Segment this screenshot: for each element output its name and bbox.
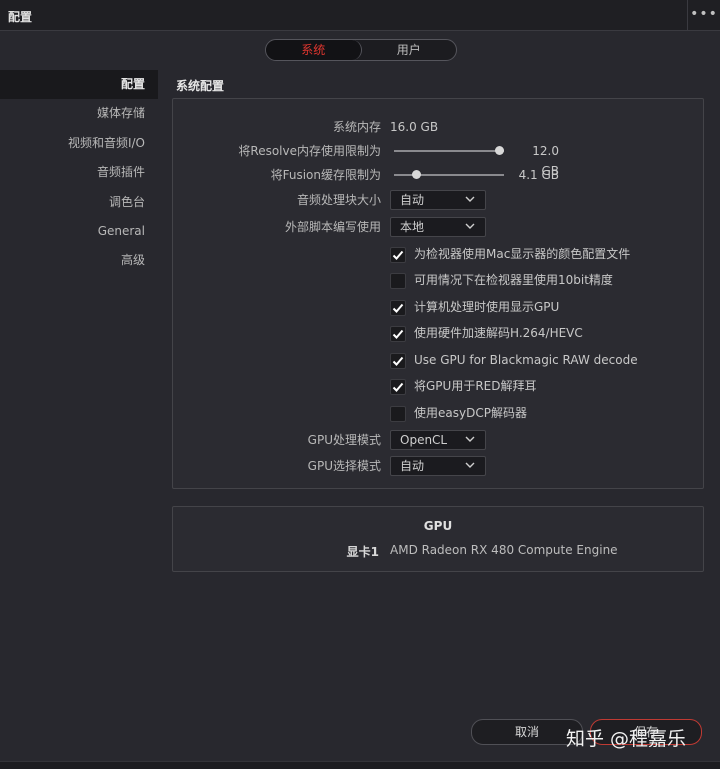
checkmark-icon <box>392 356 404 366</box>
gpu-select-selected: 自动 <box>400 459 425 473</box>
checkbox-label: 计算机处理时使用显示GPU <box>414 300 560 314</box>
chevron-down-icon <box>465 196 475 202</box>
checkbox[interactable] <box>390 247 406 263</box>
fusion-limit-slider[interactable] <box>394 170 504 179</box>
gpu-mode-dropdown[interactable]: OpenCL <box>390 430 486 450</box>
checkbox[interactable] <box>390 326 406 342</box>
sidebar: 配置 媒体存储 视频和音频I/O 音频插件 调色台 General 高级 <box>0 70 158 276</box>
checkmark-icon <box>392 303 404 313</box>
checkbox-label: 将GPU用于RED解拜耳 <box>414 379 537 393</box>
gpu-mode-selected: OpenCL <box>400 433 448 447</box>
sidebar-item-audio-plugins[interactable]: 音频插件 <box>0 158 158 187</box>
memory-value: 16.0 GB <box>390 120 439 134</box>
gpu-title: GPU <box>423 519 453 533</box>
checkmark-icon <box>392 382 404 392</box>
script-use-row: 外部脚本编写使用 本地 <box>173 217 703 237</box>
checkbox[interactable] <box>390 379 406 395</box>
checkbox[interactable] <box>390 300 406 316</box>
gpu-panel: GPU 显卡1 AMD Radeon RX 480 Compute Engine <box>172 506 704 572</box>
sidebar-item-general[interactable]: General <box>0 217 158 246</box>
chevron-down-icon <box>465 462 475 468</box>
gpu-select-row: GPU选择模式 自动 <box>173 456 703 476</box>
watermark: 知乎 @程嘉乐 <box>566 728 687 750</box>
audio-block-dropdown[interactable]: 自动 <box>390 190 486 210</box>
chevron-down-icon <box>465 436 475 442</box>
checkbox[interactable] <box>390 273 406 289</box>
resolve-limit-label: 将Resolve内存使用限制为 <box>238 144 381 158</box>
sidebar-item-video-audio-io[interactable]: 视频和音频I/O <box>0 129 158 158</box>
sidebar-item-control-panels[interactable]: 调色台 <box>0 188 158 217</box>
checkbox[interactable] <box>390 406 406 422</box>
fusion-limit-label: 将Fusion缓存限制为 <box>270 168 381 182</box>
checkbox-label: 可用情况下在检视器里使用10bit精度 <box>414 273 613 287</box>
script-use-dropdown[interactable]: 本地 <box>390 217 486 237</box>
checkbox-label: Use GPU for Blackmagic RAW decode <box>414 353 638 367</box>
audio-block-label: 音频处理块大小 <box>296 193 381 207</box>
checkbox[interactable] <box>390 353 406 369</box>
sidebar-item-media-storage[interactable]: 媒体存储 <box>0 99 158 128</box>
checkbox-label: 为检视器使用Mac显示器的颜色配置文件 <box>414 247 631 261</box>
audio-block-row: 音频处理块大小 自动 <box>173 190 703 210</box>
checkmark-icon <box>392 250 404 260</box>
sidebar-item-config[interactable]: 配置 <box>0 70 158 100</box>
memory-row: 系统内存 16.0 GB <box>173 117 703 137</box>
script-use-selected: 本地 <box>400 220 425 234</box>
tab-user[interactable]: 用户 <box>362 40 457 60</box>
gpu-mode-row: GPU处理模式 OpenCL <box>173 430 703 450</box>
checkbox-label: 使用easyDCP解码器 <box>414 406 527 420</box>
gpu-card-label: 显卡1 <box>346 545 379 559</box>
more-dots-icon[interactable]: ••• <box>687 0 720 30</box>
section-title: 系统配置 <box>176 79 225 93</box>
checkmark-icon <box>392 329 404 339</box>
sidebar-item-advanced[interactable]: 高级 <box>0 246 158 275</box>
memory-label: 系统内存 <box>332 120 381 134</box>
resolve-limit-slider[interactable] <box>394 146 504 155</box>
gpu-card-name: AMD Radeon RX 480 Compute Engine <box>390 543 618 557</box>
tab-system[interactable]: 系统 <box>266 40 362 60</box>
window-title: 配置 <box>8 10 33 24</box>
fusion-limit-value: 4.1 GB <box>518 168 559 182</box>
fusion-limit-row: 将Fusion缓存限制为 4.1 GB <box>173 165 703 185</box>
resolve-limit-slider-knob[interactable] <box>495 146 504 155</box>
checkbox-label: 使用硬件加速解码H.264/HEVC <box>414 326 583 340</box>
script-use-label: 外部脚本编写使用 <box>284 220 381 234</box>
tab-switcher: 系统 用户 <box>265 39 457 61</box>
gpu-mode-label: GPU处理模式 <box>307 433 381 447</box>
title-bar: 配置 ••• <box>0 0 720 31</box>
gpu-select-dropdown[interactable]: 自动 <box>390 456 486 476</box>
chevron-down-icon <box>465 223 475 229</box>
gpu-select-label: GPU选择模式 <box>307 459 381 473</box>
audio-block-selected: 自动 <box>400 193 425 207</box>
fusion-limit-slider-knob[interactable] <box>412 170 422 179</box>
resolve-limit-row: 将Resolve内存使用限制为 12.0 GB <box>173 141 703 178</box>
system-config-panel: 系统内存 16.0 GB 将Resolve内存使用限制为 12.0 GB 将Fu… <box>172 98 704 489</box>
